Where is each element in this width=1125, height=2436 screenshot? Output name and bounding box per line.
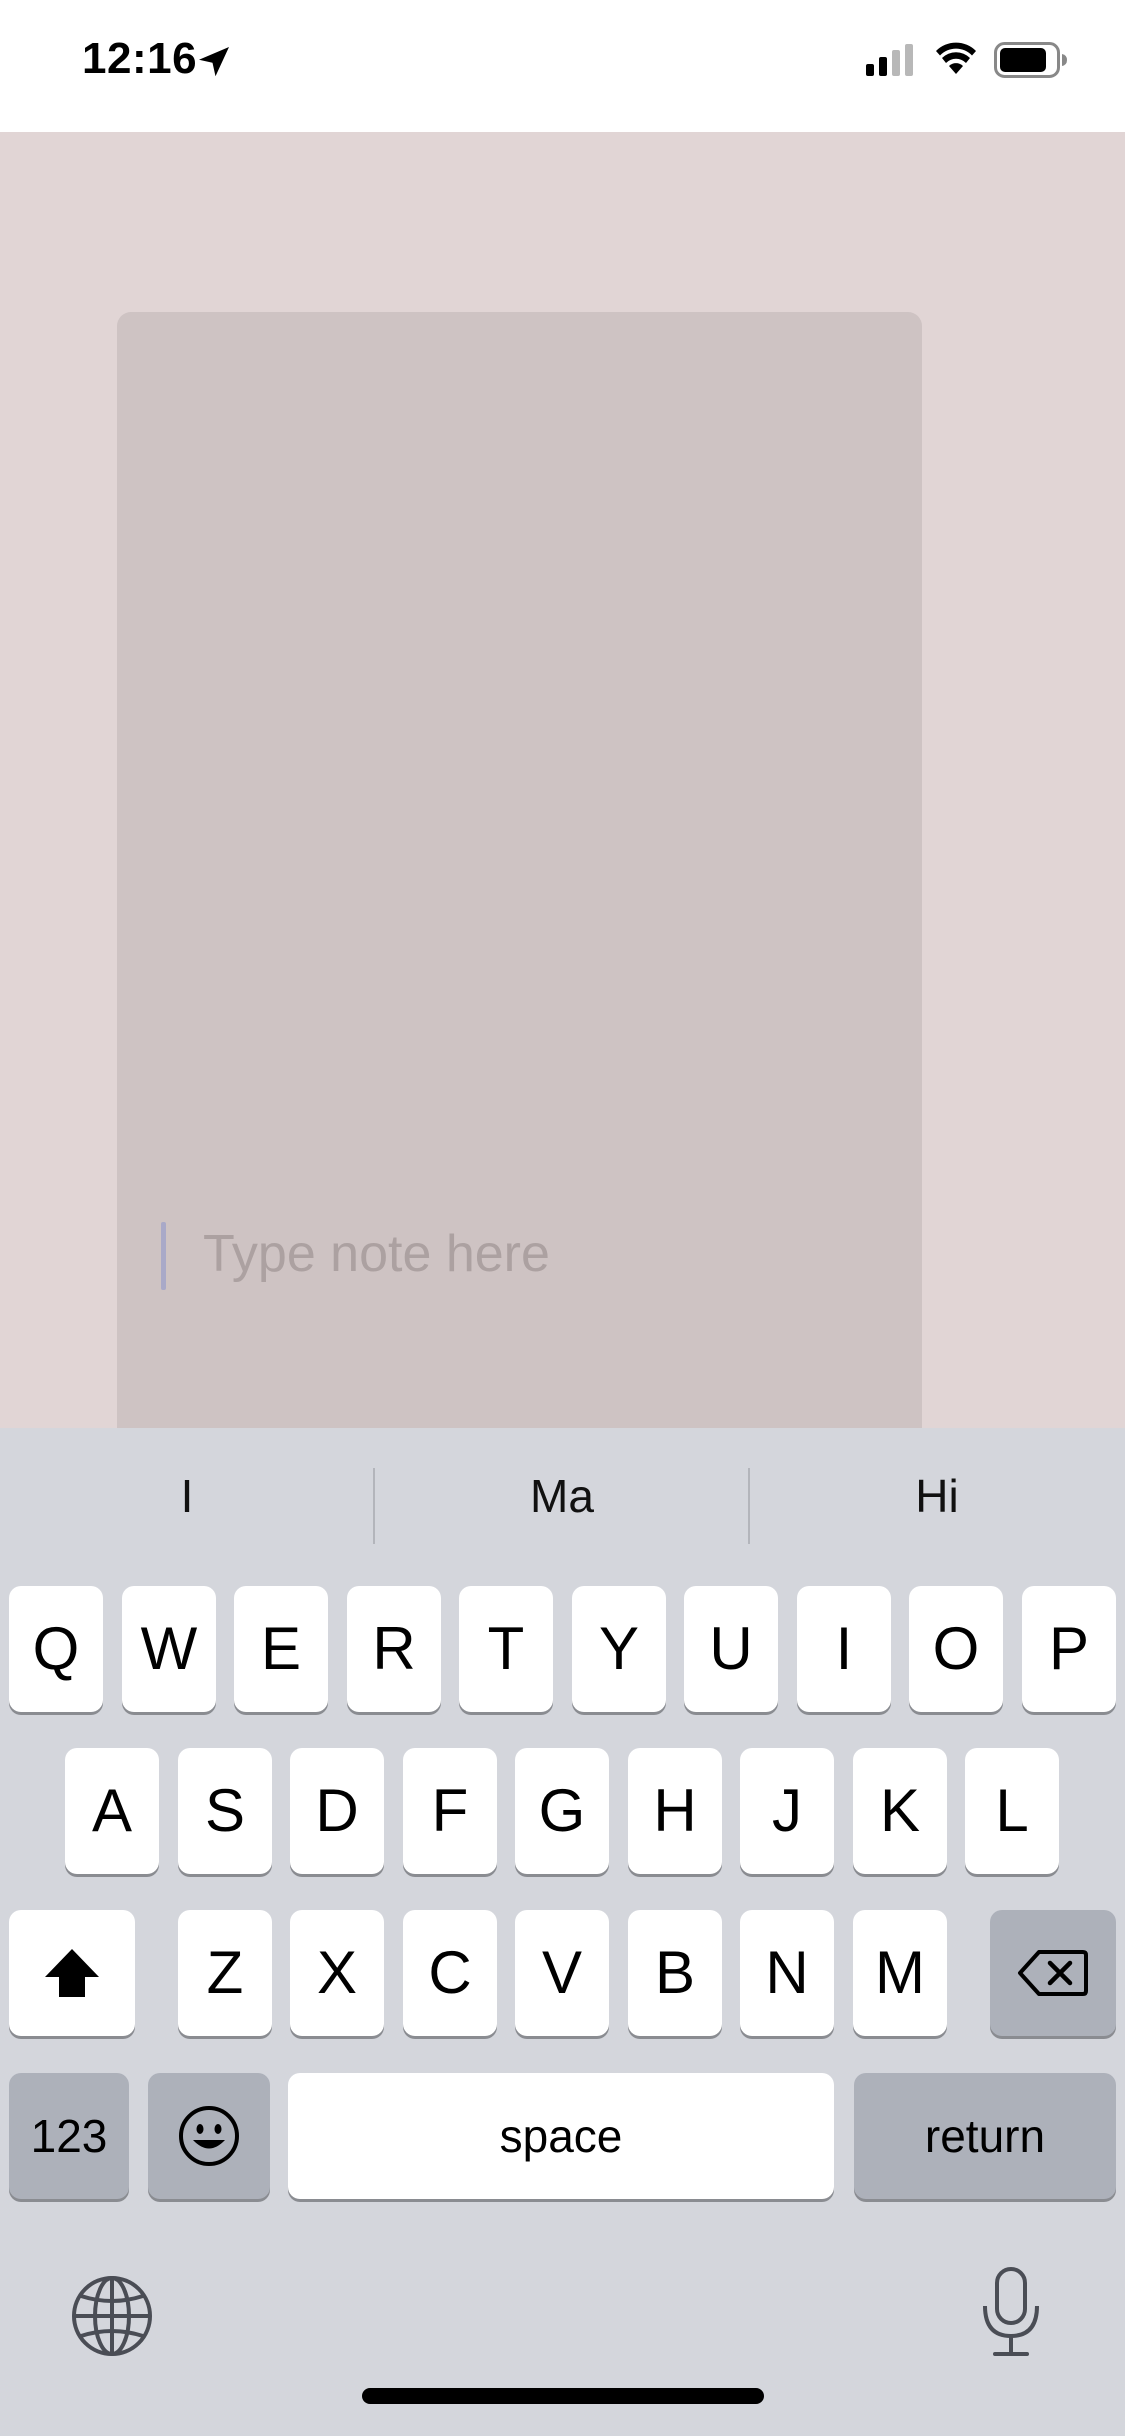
key-l[interactable]: L (965, 1748, 1059, 1874)
emoji-key[interactable] (148, 2073, 270, 2199)
battery-icon (994, 42, 1067, 78)
key-r[interactable]: R (347, 1586, 441, 1712)
key-u[interactable]: U (684, 1586, 778, 1712)
key-c[interactable]: C (403, 1910, 497, 2036)
space-key[interactable]: space (288, 2073, 834, 2199)
key-e[interactable]: E (234, 1586, 328, 1712)
key-j[interactable]: J (740, 1748, 834, 1874)
suggestion-3[interactable]: Hi (750, 1456, 1124, 1536)
shift-key[interactable] (9, 1910, 135, 2036)
cellular-signal-icon (866, 44, 913, 76)
key-m[interactable]: M (853, 1910, 947, 2036)
key-b[interactable]: B (628, 1910, 722, 2036)
note-card[interactable] (117, 312, 922, 1428)
key-t[interactable]: T (459, 1586, 553, 1712)
key-i[interactable]: I (797, 1586, 891, 1712)
suggestion-1[interactable]: I (0, 1456, 374, 1536)
key-q[interactable]: Q (9, 1586, 103, 1712)
keyboard: I Ma Hi Q W E R T Y U I O P A S D F G H … (0, 1428, 1125, 2436)
key-z[interactable]: Z (178, 1910, 272, 2036)
note-text-input[interactable] (203, 1214, 883, 1294)
suggestion-2[interactable]: Ma (375, 1456, 749, 1536)
text-cursor (161, 1222, 166, 1290)
numbers-key[interactable]: 123 (9, 2073, 129, 2199)
home-indicator[interactable] (362, 2388, 764, 2404)
key-k[interactable]: K (853, 1748, 947, 1874)
key-p[interactable]: P (1022, 1586, 1116, 1712)
wifi-icon (936, 42, 976, 74)
backspace-key[interactable] (990, 1910, 1116, 2036)
key-n[interactable]: N (740, 1910, 834, 2036)
key-h[interactable]: H (628, 1748, 722, 1874)
status-bar: 12:16 (0, 0, 1125, 132)
return-key[interactable]: return (854, 2073, 1116, 2199)
status-time: 12:16 (82, 34, 198, 83)
globe-icon[interactable] (70, 2274, 154, 2358)
key-x[interactable]: X (290, 1910, 384, 2036)
suggestion-bar: I Ma Hi (0, 1428, 1125, 1578)
key-v[interactable]: V (515, 1910, 609, 2036)
backspace-icon (1018, 1950, 1088, 1996)
key-w[interactable]: W (122, 1586, 216, 1712)
emoji-icon (179, 2106, 239, 2166)
key-a[interactable]: A (65, 1748, 159, 1874)
key-g[interactable]: G (515, 1748, 609, 1874)
key-d[interactable]: D (290, 1748, 384, 1874)
key-s[interactable]: S (178, 1748, 272, 1874)
microphone-icon[interactable] (980, 2266, 1042, 2358)
key-f[interactable]: F (403, 1748, 497, 1874)
key-o[interactable]: O (909, 1586, 1003, 1712)
key-y[interactable]: Y (572, 1586, 666, 1712)
location-arrow-icon (199, 47, 229, 77)
note-canvas (0, 132, 1125, 1428)
shift-icon (45, 1949, 99, 1997)
screen: 12:16 I Ma (0, 0, 1125, 2436)
